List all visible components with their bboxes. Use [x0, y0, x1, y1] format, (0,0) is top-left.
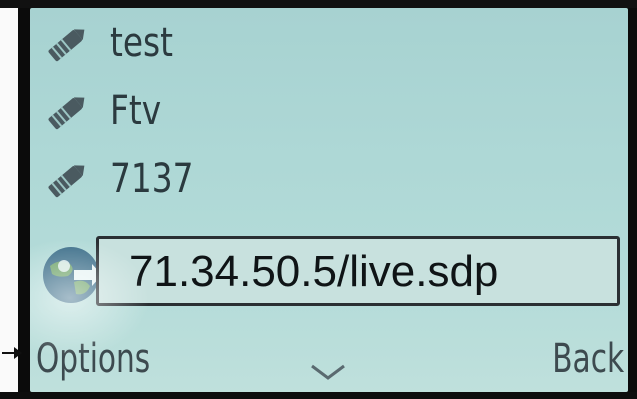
- url-input[interactable]: 71.34.50.5/live.sdp: [96, 236, 620, 306]
- chevron-down-icon: [311, 364, 345, 380]
- bookmark-item-7137[interactable]: 7137: [30, 150, 628, 212]
- url-text: 71.34.50.5/live.sdp: [129, 247, 499, 296]
- phone-screen: test Ftv 7137 71.34.50.5/live.sdp Option…: [30, 8, 628, 392]
- globe-arrow-icon: [43, 247, 102, 303]
- bookmark-label: 7137: [110, 156, 194, 202]
- photo-margin: [0, 0, 18, 399]
- phone-bezel-top: [0, 0, 637, 8]
- bookmark-label: test: [110, 20, 173, 66]
- bookmark-icon: [48, 165, 85, 198]
- phone-photo: test Ftv 7137 71.34.50.5/live.sdp Option…: [0, 0, 637, 399]
- phone-bezel-bottom: [0, 392, 637, 399]
- bookmark-item-test[interactable]: test: [30, 14, 628, 76]
- options-softkey[interactable]: Options: [36, 336, 150, 382]
- back-softkey[interactable]: Back: [552, 336, 624, 382]
- bookmark-label: Ftv: [110, 88, 162, 134]
- bookmark-item-ftv[interactable]: Ftv: [30, 82, 628, 144]
- bookmark-icon: [48, 97, 85, 130]
- pointer-arrow-icon: [2, 347, 22, 359]
- address-row[interactable]: 71.34.50.5/live.sdp: [30, 230, 628, 316]
- softkey-bar: Options Back: [30, 330, 628, 392]
- bookmark-icon: [48, 29, 85, 62]
